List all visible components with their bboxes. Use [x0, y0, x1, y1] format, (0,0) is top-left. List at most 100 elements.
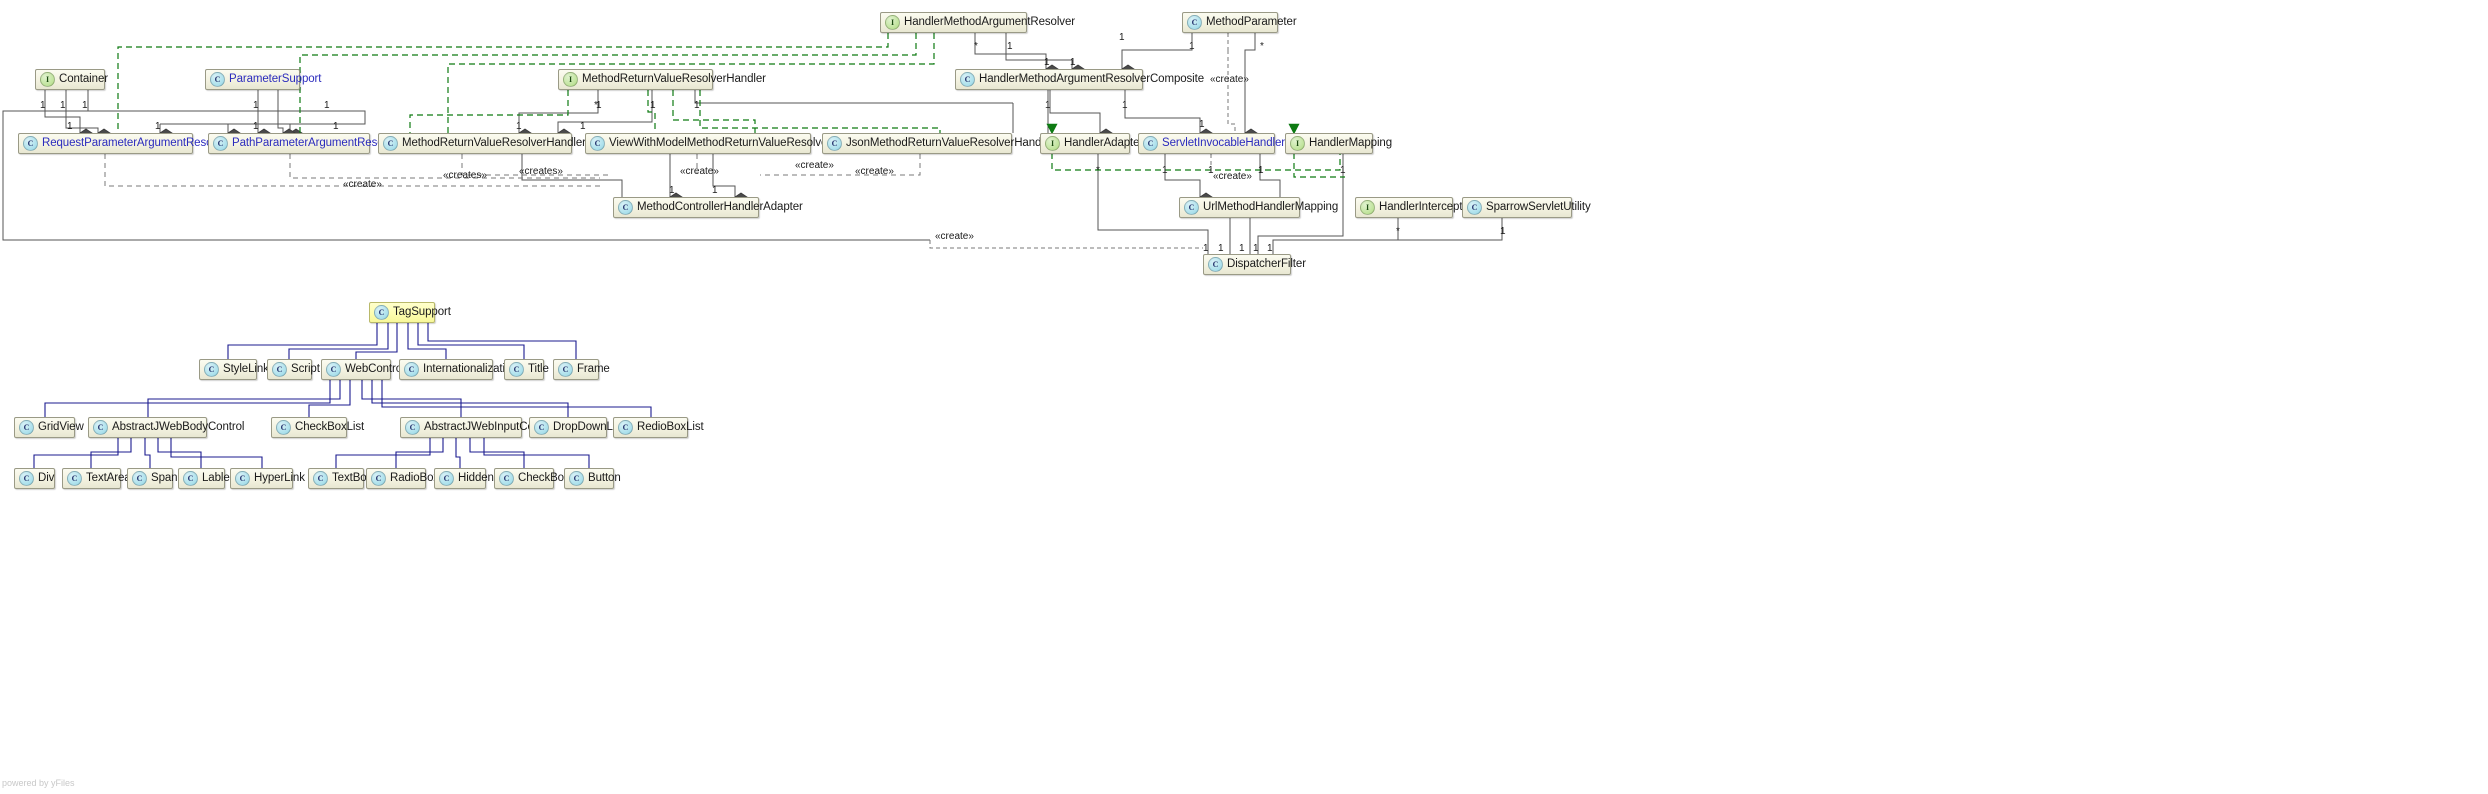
class-node-mrvrhc[interactable]: C MethodReturnValueResolverHandlerComposi…	[378, 133, 640, 154]
multiplicity-label: *	[1096, 165, 1100, 176]
class-icon: C	[19, 471, 34, 486]
class-node-container[interactable]: I Container	[35, 69, 108, 90]
class-node-label: HyperLink	[254, 471, 305, 484]
class-node-label: GridView	[38, 420, 84, 433]
class-node-textarea[interactable]: C TextArea	[62, 468, 131, 489]
class-icon: C	[404, 362, 419, 377]
class-node-sihm[interactable]: C ServletInvocableHandlerMethod	[1138, 133, 1323, 154]
class-node-parametersupport[interactable]: C ParameterSupport	[205, 69, 321, 90]
class-node-label: CheckBoxList	[295, 420, 365, 433]
class-node-label: Container	[59, 72, 108, 85]
multiplicity-label: 1	[253, 100, 259, 111]
class-icon: C	[183, 471, 198, 486]
class-node-textbox[interactable]: C TextBox	[308, 468, 372, 489]
class-node-hyperlink[interactable]: C HyperLink	[230, 468, 305, 489]
stereotype-label: «creates»	[519, 166, 563, 177]
class-icon: C	[210, 72, 225, 87]
class-node-dispatcherfilter[interactable]: C DispatcherFilter	[1203, 254, 1306, 275]
class-icon: C	[383, 136, 398, 151]
class-node-label: AbstractJWebBodyControl	[112, 420, 245, 433]
class-node-label: Script	[291, 362, 320, 375]
class-icon: C	[235, 471, 250, 486]
class-node-button[interactable]: C Button	[564, 468, 621, 489]
class-node-rparami[interactable]: C RequestParameterArgumentResolverImpl	[18, 133, 252, 154]
class-node-label: WebControl	[345, 362, 405, 375]
interface-icon: I	[563, 72, 578, 87]
class-node-label: MethodParameter	[1206, 15, 1297, 28]
multiplicity-label: 1	[580, 121, 586, 132]
class-node-abstractjbody[interactable]: C AbstractJWebBodyControl	[88, 417, 244, 438]
multiplicity-label: 1	[1189, 41, 1195, 52]
class-node-stylelink[interactable]: C StyleLink	[199, 359, 269, 380]
class-node-div[interactable]: C Div	[14, 468, 55, 489]
class-node-label: Button	[588, 471, 621, 484]
class-icon: C	[1187, 15, 1202, 30]
stereotype-label: «create»	[1213, 171, 1252, 182]
multiplicity-label: 1	[694, 100, 700, 111]
class-node-hmarc[interactable]: C HandlerMethodArgumentResolverComposite	[955, 69, 1204, 90]
interface-icon: I	[885, 15, 900, 30]
multiplicity-label: 1	[1253, 243, 1259, 254]
class-node-tagsupport[interactable]: C TagSupport	[369, 302, 451, 323]
multiplicity-label: 1	[253, 121, 259, 132]
class-node-handleradapter[interactable]: I HandlerAdapter	[1040, 133, 1143, 154]
multiplicity-label: 1	[1070, 57, 1076, 68]
class-icon: C	[618, 420, 633, 435]
class-node-checkbox[interactable]: C CheckBox	[494, 468, 570, 489]
class-node-gridview[interactable]: C GridView	[14, 417, 84, 438]
multiplicity-label: 1	[1258, 165, 1264, 176]
class-node-frame[interactable]: C Frame	[553, 359, 610, 380]
class-node-hidden[interactable]: C Hidden	[434, 468, 494, 489]
stereotype-label: «create»	[1210, 74, 1249, 85]
stereotype-label: «create»	[795, 160, 834, 171]
class-node-webcontrol[interactable]: C WebControl	[321, 359, 405, 380]
class-icon: C	[19, 420, 34, 435]
multiplicity-label: 1	[324, 100, 330, 111]
class-node-label: Div	[38, 471, 55, 484]
class-node-hmar[interactable]: I HandlerMethodArgumentResolver	[880, 12, 1075, 33]
class-icon: C	[276, 420, 291, 435]
class-node-label: Hidden	[458, 471, 494, 484]
class-icon: C	[569, 471, 584, 486]
class-node-handlermapping[interactable]: I HandlerMapping	[1285, 133, 1392, 154]
class-node-label: HandlerMethodArgumentResolver	[904, 15, 1075, 28]
class-node-abstractjinput[interactable]: C AbstractJWebInputControl	[400, 417, 556, 438]
class-node-methodparameter[interactable]: C MethodParameter	[1182, 12, 1297, 33]
multiplicity-label: 1	[1199, 119, 1205, 130]
class-icon: C	[213, 136, 228, 151]
class-node-umhm[interactable]: C UrlMethodHandlerMapping	[1179, 197, 1338, 218]
class-node-redioboxlist[interactable]: C RedioBoxList	[613, 417, 704, 438]
class-node-handlerinterceptor[interactable]: I HandlerInterceptor	[1355, 197, 1473, 218]
multiplicity-label: 1	[333, 121, 339, 132]
class-node-dropdownlist[interactable]: C DropDownList	[529, 417, 624, 438]
multiplicity-label: 1	[1162, 165, 1168, 176]
class-node-label: TextArea	[86, 471, 131, 484]
class-node-label: SparrowServletUtility	[1486, 200, 1591, 213]
class-icon: C	[204, 362, 219, 377]
class-icon: C	[1143, 136, 1158, 151]
class-node-pparami[interactable]: C PathParameterArgumentResolverImpl	[208, 133, 423, 154]
multiplicity-label: 1	[1340, 165, 1346, 176]
class-node-label: ParameterSupport	[229, 72, 322, 85]
class-node-i18n[interactable]: C Internationalization	[399, 359, 518, 380]
stereotype-label: «create»	[680, 166, 719, 177]
class-node-sparrowutil[interactable]: C SparrowServletUtility	[1462, 197, 1591, 218]
class-node-span[interactable]: C Span	[127, 468, 178, 489]
diagram-edges-layer	[2, 0, 2488, 468]
class-node-mcha[interactable]: C MethodControllerHandlerAdapter	[613, 197, 803, 218]
class-node-vwmmrvrhi[interactable]: C ViewWithModelMethodReturnValueResolverH…	[585, 133, 892, 154]
realization-edges	[117, 33, 1345, 178]
class-node-lable[interactable]: C Lable	[178, 468, 230, 489]
multiplicity-label: 1	[155, 121, 161, 132]
class-node-checkboxlist[interactable]: C CheckBoxList	[271, 417, 364, 438]
class-node-mrvrh[interactable]: I MethodReturnValueResolverHandler	[558, 69, 766, 90]
class-icon: C	[272, 362, 287, 377]
class-node-title[interactable]: C Title	[504, 359, 549, 380]
class-node-label: StyleLink	[223, 362, 269, 375]
stereotype-label: «creates»	[443, 170, 487, 181]
class-node-jmrvrhi[interactable]: C JsonMethodReturnValueResolverHandlerImp…	[822, 133, 1075, 154]
interface-icon: I	[40, 72, 55, 87]
multiplicity-label: 1	[1267, 243, 1273, 254]
class-node-script[interactable]: C Script	[267, 359, 320, 380]
class-node-radiobox[interactable]: C RadioBox	[366, 468, 439, 489]
